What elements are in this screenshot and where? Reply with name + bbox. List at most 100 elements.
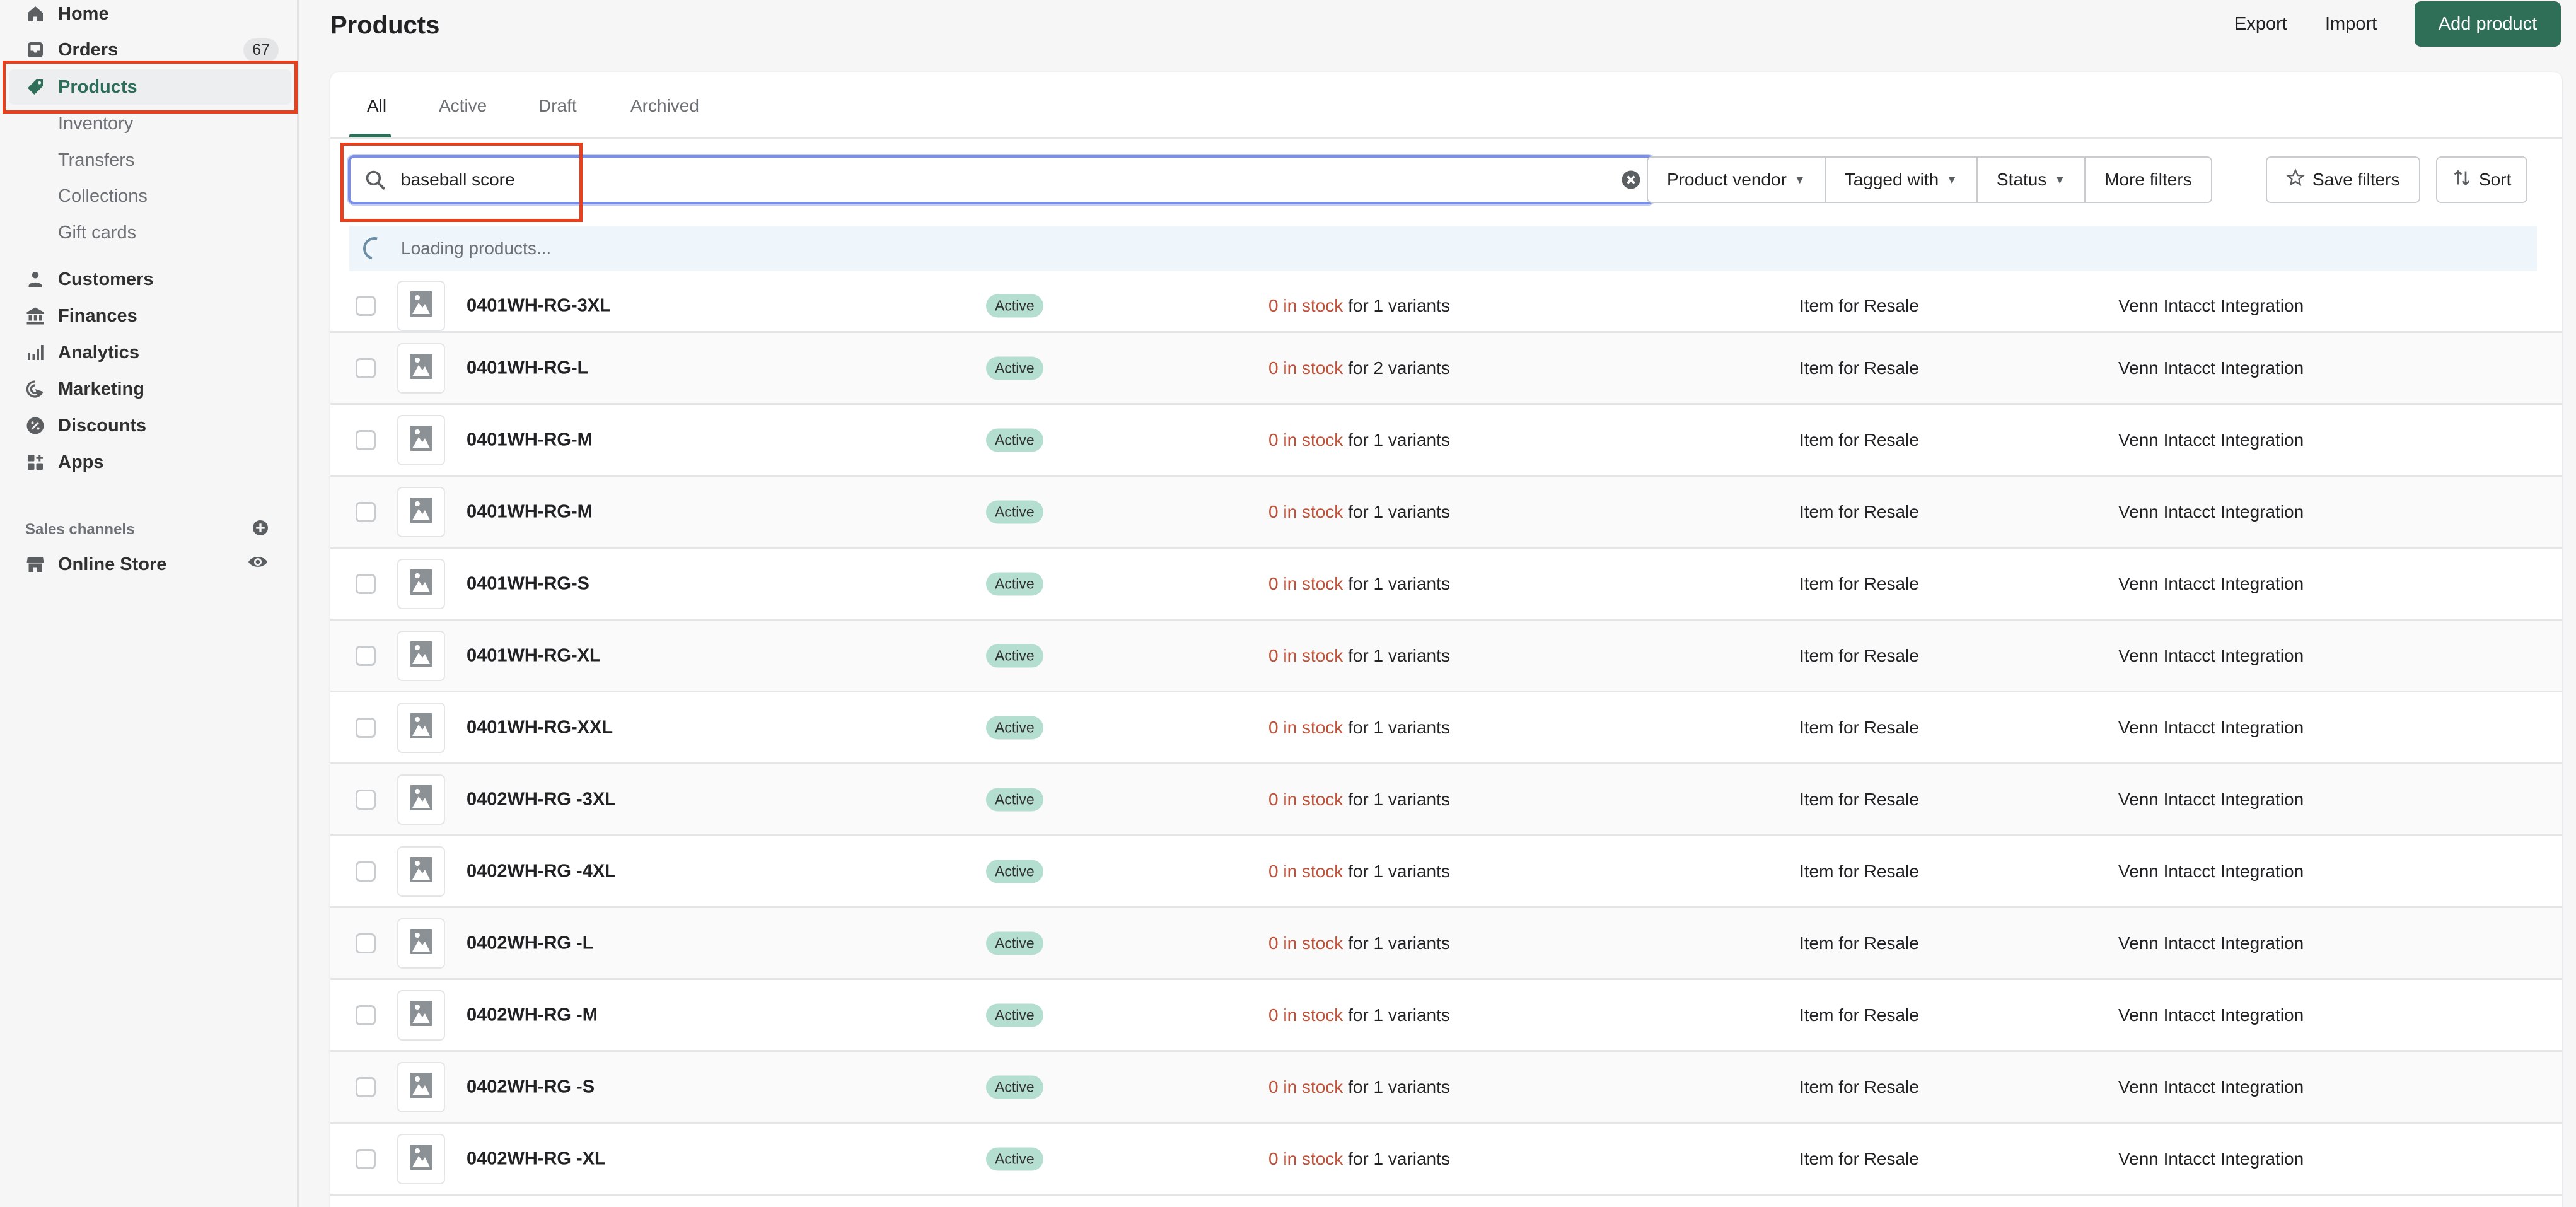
sidebar-item-home[interactable]: Home	[0, 0, 296, 32]
sidebar-item-finances[interactable]: Finances	[0, 298, 296, 334]
sidebar-item-apps[interactable]: Apps	[0, 445, 296, 480]
status-badge: Active	[986, 500, 1043, 523]
more-filters-button[interactable]: More filters	[2086, 158, 2211, 202]
row-checkbox[interactable]	[356, 429, 376, 450]
status-badge: Active	[986, 644, 1043, 667]
sidebar-item-marketing[interactable]: Marketing	[0, 371, 296, 407]
row-checkbox[interactable]	[356, 1076, 376, 1097]
search-field[interactable]	[348, 155, 1654, 204]
product-vendor: Venn Intacct Integration	[2118, 501, 2304, 522]
table-row[interactable]: 0402WH-RG -4XL Active 0 in stock for 1 v…	[330, 836, 2562, 908]
tab-all[interactable]: All	[367, 96, 386, 116]
table-row[interactable]: 0402WH-RG -M Active 0 in stock for 1 var…	[330, 980, 2562, 1052]
product-vendor: Venn Intacct Integration	[2118, 1005, 2304, 1025]
sidebar-item-products[interactable]: Products	[9, 69, 291, 105]
table-row[interactable]: 0402WH-RG -3XL Active 0 in stock for 1 v…	[330, 764, 2562, 836]
product-name[interactable]: 0402WH-RG -M	[467, 1005, 598, 1025]
tab-archived[interactable]: Archived	[630, 96, 699, 116]
table-row[interactable]: 0401WH-RG-S Active 0 in stock for 1 vari…	[330, 549, 2562, 621]
sort-button[interactable]: Sort	[2437, 158, 2527, 202]
sidebar-item-orders[interactable]: Orders 67	[0, 32, 296, 67]
tag-icon	[25, 77, 45, 97]
eye-icon[interactable]	[247, 552, 269, 576]
loading-text: Loading products...	[401, 238, 552, 258]
table-row[interactable]: 0401WH-RG-XXL Active 0 in stock for 1 va…	[330, 692, 2562, 764]
row-checkbox[interactable]	[356, 861, 376, 882]
status-filter[interactable]: Status ▼	[1977, 158, 2086, 202]
row-checkbox[interactable]	[356, 573, 376, 594]
sidebar-item-transfers[interactable]: Transfers	[0, 143, 296, 178]
add-product-button[interactable]: Add product	[2415, 1, 2561, 47]
product-thumbnail	[397, 486, 445, 537]
save-filters-button[interactable]: Save filters	[2267, 158, 2419, 202]
table-row[interactable]: 0402WH-RG -XL Active 0 in stock for 1 va…	[330, 1124, 2562, 1196]
table-row[interactable]: 0402WH-RG -L Active 0 in stock for 1 var…	[330, 908, 2562, 980]
sidebar-item-inventory[interactable]: Inventory	[0, 106, 296, 141]
status-badge: Active	[986, 716, 1043, 739]
variant-count: for 1 variants	[1348, 645, 1450, 665]
caret-down-icon: ▼	[1794, 173, 1806, 186]
product-vendor-filter[interactable]: Product vendor ▼	[1648, 158, 1826, 202]
status-badge: Active	[986, 572, 1043, 595]
table-row[interactable]: 0401WH-RG-XL Active 0 in stock for 1 var…	[330, 621, 2562, 692]
clear-search-icon[interactable]	[1620, 169, 1642, 194]
row-checkbox[interactable]	[356, 358, 376, 378]
product-name[interactable]: 0402WH-RG -S	[467, 1076, 595, 1097]
product-name[interactable]: 0401WH-RG-XXL	[467, 717, 613, 738]
sidebar-item-discounts[interactable]: Discounts	[0, 408, 296, 443]
row-checkbox[interactable]	[356, 645, 376, 666]
product-name[interactable]: 0402WH-RG -3XL	[467, 789, 616, 810]
product-type: Item for Resale	[1799, 295, 1919, 315]
product-type: Item for Resale	[1799, 861, 1919, 881]
stock-count: 0 in stock	[1268, 933, 1343, 953]
image-placeholder-icon	[410, 785, 432, 813]
sidebar-item-gift-cards[interactable]: Gift cards	[0, 215, 296, 250]
tab-active[interactable]: Active	[439, 96, 487, 116]
tab-draft[interactable]: Draft	[538, 96, 577, 116]
product-vendor: Venn Intacct Integration	[2118, 933, 2304, 953]
sidebar-item-customers[interactable]: Customers	[0, 262, 296, 297]
filter-button-group: Product vendor ▼ Tagged with ▼ Status ▼ …	[1647, 156, 2212, 203]
sidebar-item-online-store[interactable]: Online Store	[0, 547, 296, 582]
tagged-with-filter[interactable]: Tagged with ▼	[1825, 158, 1978, 202]
product-type: Item for Resale	[1799, 717, 1919, 737]
stock-count: 0 in stock	[1268, 645, 1343, 665]
row-checkbox[interactable]	[356, 717, 376, 738]
product-type: Item for Resale	[1799, 1076, 1919, 1097]
add-sales-channel-icon[interactable]	[251, 518, 270, 537]
product-name[interactable]: 0402WH-RG -L	[467, 933, 593, 953]
row-checkbox[interactable]	[356, 789, 376, 810]
product-type: Item for Resale	[1799, 573, 1919, 593]
inventory-text: 0 in stock for 1 variants	[1268, 1077, 1450, 1097]
products-card: All Active Draft Archived Product vendor…	[330, 72, 2562, 1207]
product-name[interactable]: 0402WH-RG -XL	[467, 1148, 606, 1169]
product-name[interactable]: 0401WH-RG-M	[467, 501, 593, 522]
export-button[interactable]: Export	[2234, 14, 2287, 35]
table-row[interactable]: 0402WH-RG -S Active 0 in stock for 1 var…	[330, 1052, 2562, 1124]
row-checkbox[interactable]	[356, 501, 376, 522]
sidebar-item-label: Marketing	[58, 378, 144, 399]
row-checkbox[interactable]	[356, 933, 376, 953]
table-row[interactable]: 0401WH-RG-L Active 0 in stock for 2 vari…	[330, 333, 2562, 405]
row-checkbox[interactable]	[356, 295, 376, 316]
table-row[interactable]: 0401WH-RG-M Active 0 in stock for 1 vari…	[330, 405, 2562, 477]
product-name[interactable]: 0402WH-RG -4XL	[467, 861, 616, 882]
inventory-text: 0 in stock for 1 variants	[1268, 718, 1450, 738]
import-button[interactable]: Import	[2325, 14, 2377, 35]
inventory-text: 0 in stock for 1 variants	[1268, 430, 1450, 450]
sidebar-item-collections[interactable]: Collections	[0, 178, 296, 214]
product-name[interactable]: 0401WH-RG-L	[467, 358, 588, 378]
product-name[interactable]: 0401WH-RG-3XL	[467, 295, 611, 316]
status-badge: Active	[986, 860, 1043, 883]
product-type: Item for Resale	[1799, 429, 1919, 450]
table-row[interactable]: 0401WH-RG-3XL Active 0 in stock for 1 va…	[330, 280, 2562, 333]
product-name[interactable]: 0401WH-RG-S	[467, 573, 589, 594]
row-checkbox[interactable]	[356, 1148, 376, 1169]
table-row[interactable]: 0401WH-RG-M Active 0 in stock for 1 vari…	[330, 477, 2562, 549]
row-checkbox[interactable]	[356, 1005, 376, 1025]
product-name[interactable]: 0401WH-RG-M	[467, 429, 593, 450]
product-name[interactable]: 0401WH-RG-XL	[467, 645, 601, 666]
active-tab-indicator	[349, 134, 391, 137]
sidebar-item-analytics[interactable]: Analytics	[0, 335, 296, 370]
search-input[interactable]	[401, 166, 1599, 193]
